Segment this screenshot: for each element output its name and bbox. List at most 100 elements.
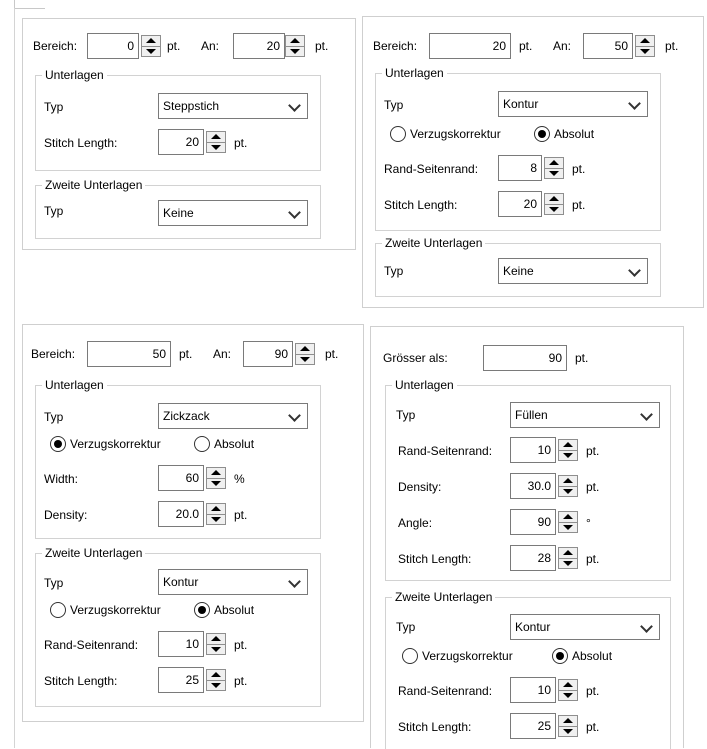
- spin-up-button[interactable]: [559, 716, 577, 727]
- stitch-length-input[interactable]: 25: [158, 667, 204, 693]
- density-input[interactable]: 20.0: [158, 501, 204, 527]
- width-input[interactable]: 60: [158, 465, 204, 491]
- spin-down-button[interactable]: [559, 523, 577, 533]
- spin-down-button[interactable]: [142, 47, 160, 57]
- spin-down-button[interactable]: [207, 143, 225, 153]
- rand-seitenrand-spinner[interactable]: [558, 679, 578, 701]
- an-input[interactable]: 90: [243, 341, 293, 367]
- radio-label: Verzugskorrektur: [410, 127, 501, 141]
- spin-up-button[interactable]: [207, 634, 225, 645]
- radio-verzugskorrektur[interactable]: Verzugskorrektur: [390, 126, 501, 142]
- spin-up-button[interactable]: [545, 194, 563, 205]
- spin-up-button[interactable]: [207, 132, 225, 143]
- typ-dropdown[interactable]: Keine: [498, 258, 648, 284]
- radio-verzugskorrektur[interactable]: Verzugskorrektur: [50, 602, 161, 618]
- an-input[interactable]: 20: [233, 33, 285, 59]
- density-input[interactable]: 30.0: [510, 473, 556, 499]
- radio-absolut[interactable]: Absolut: [194, 436, 254, 452]
- bereich-spinner[interactable]: [141, 35, 161, 57]
- spin-down-button[interactable]: [207, 479, 225, 489]
- typ-dropdown[interactable]: Füllen: [510, 402, 660, 428]
- stitch-length-input[interactable]: 20: [158, 129, 204, 155]
- stitch-length-input[interactable]: 25: [510, 713, 556, 739]
- radio-absolut[interactable]: Absolut: [534, 126, 594, 142]
- groesser-als-input[interactable]: 90: [483, 345, 567, 371]
- radio-absolut[interactable]: Absolut: [552, 648, 612, 664]
- spin-up-button[interactable]: [207, 670, 225, 681]
- width-spinner[interactable]: [206, 467, 226, 489]
- group-legend: Unterlagen: [42, 378, 107, 392]
- zweite-unterlagen-group: Zweite Unterlagen Typ Keine: [35, 178, 321, 239]
- spin-up-button[interactable]: [207, 504, 225, 515]
- stitch-length-unit: pt.: [572, 198, 586, 212]
- typ-dropdown[interactable]: Zickzack: [158, 403, 308, 429]
- typ-dropdown[interactable]: Kontur: [158, 569, 308, 595]
- stitch-length-spinner[interactable]: [206, 669, 226, 691]
- spin-up-button[interactable]: [559, 440, 577, 451]
- typ-label: Typ: [44, 100, 64, 114]
- stitch-length-spinner[interactable]: [558, 715, 578, 737]
- spin-down-button[interactable]: [207, 515, 225, 525]
- radio-verzugskorrektur[interactable]: Verzugskorrektur: [50, 436, 161, 452]
- spin-down-button[interactable]: [207, 681, 225, 691]
- angle-spinner[interactable]: [558, 511, 578, 533]
- caret-down-icon: [563, 728, 573, 734]
- stitch-length-spinner[interactable]: [544, 193, 564, 215]
- stitch-length-spinner[interactable]: [558, 547, 578, 569]
- caret-down-icon: [300, 356, 310, 362]
- spin-up-button[interactable]: [559, 548, 577, 559]
- an-input[interactable]: 50: [583, 33, 633, 59]
- stitch-length-spinner[interactable]: [206, 131, 226, 153]
- radio-absolut[interactable]: Absolut: [194, 602, 254, 618]
- stitch-length-input[interactable]: 20: [498, 191, 542, 217]
- spin-up-button[interactable]: [636, 36, 654, 47]
- spin-up-button[interactable]: [545, 158, 563, 169]
- bereich-input[interactable]: 20: [429, 33, 511, 59]
- spin-up-button[interactable]: [559, 512, 577, 523]
- an-spinner[interactable]: [295, 343, 315, 365]
- rand-seitenrand-input[interactable]: 10: [510, 437, 556, 463]
- angle-input[interactable]: 90: [510, 509, 556, 535]
- density-spinner[interactable]: [558, 475, 578, 497]
- rand-seitenrand-input[interactable]: 8: [498, 155, 542, 181]
- an-spinner[interactable]: [285, 35, 305, 57]
- spin-up-button[interactable]: [559, 476, 577, 487]
- spin-down-button[interactable]: [545, 205, 563, 215]
- rand-seitenrand-input[interactable]: 10: [510, 677, 556, 703]
- radio-verzugskorrektur[interactable]: Verzugskorrektur: [402, 648, 513, 664]
- spin-up-button[interactable]: [286, 36, 304, 47]
- bereich-input[interactable]: 0: [87, 33, 139, 59]
- rand-seitenrand-spinner[interactable]: [544, 157, 564, 179]
- spin-up-button[interactable]: [142, 36, 160, 47]
- bereich-label: Bereich:: [31, 347, 76, 361]
- spin-down-button[interactable]: [559, 451, 577, 461]
- spin-up-button[interactable]: [296, 344, 314, 355]
- spin-down-button[interactable]: [296, 355, 314, 365]
- radio-label: Absolut: [214, 603, 255, 617]
- stitch-length-label: Stitch Length:: [44, 674, 118, 688]
- density-spinner[interactable]: [206, 503, 226, 525]
- spin-down-button[interactable]: [636, 47, 654, 57]
- spin-down-button[interactable]: [559, 487, 577, 497]
- an-spinner[interactable]: [635, 35, 655, 57]
- spin-down-button[interactable]: [207, 645, 225, 655]
- typ-dropdown[interactable]: Kontur: [510, 614, 660, 640]
- typ-dropdown[interactable]: Kontur: [498, 91, 648, 117]
- stitch-length-input[interactable]: 28: [510, 545, 556, 571]
- rand-seitenrand-spinner[interactable]: [558, 439, 578, 461]
- radio-label: Verzugskorrektur: [70, 437, 161, 451]
- spin-up-button[interactable]: [559, 680, 577, 691]
- spin-down-button[interactable]: [559, 559, 577, 569]
- caret-up-icon: [211, 470, 221, 476]
- rand-seitenrand-spinner[interactable]: [206, 633, 226, 655]
- spin-down-button[interactable]: [559, 727, 577, 737]
- rand-seitenrand-label: Rand-Seitenrand:: [398, 684, 493, 698]
- rand-seitenrand-input[interactable]: 10: [158, 631, 204, 657]
- spin-down-button[interactable]: [559, 691, 577, 701]
- spin-down-button[interactable]: [286, 47, 304, 57]
- bereich-input[interactable]: 50: [87, 341, 171, 367]
- spin-up-button[interactable]: [207, 468, 225, 479]
- typ-dropdown[interactable]: Keine: [158, 200, 308, 226]
- spin-down-button[interactable]: [545, 169, 563, 179]
- typ-dropdown[interactable]: Steppstich: [158, 93, 308, 119]
